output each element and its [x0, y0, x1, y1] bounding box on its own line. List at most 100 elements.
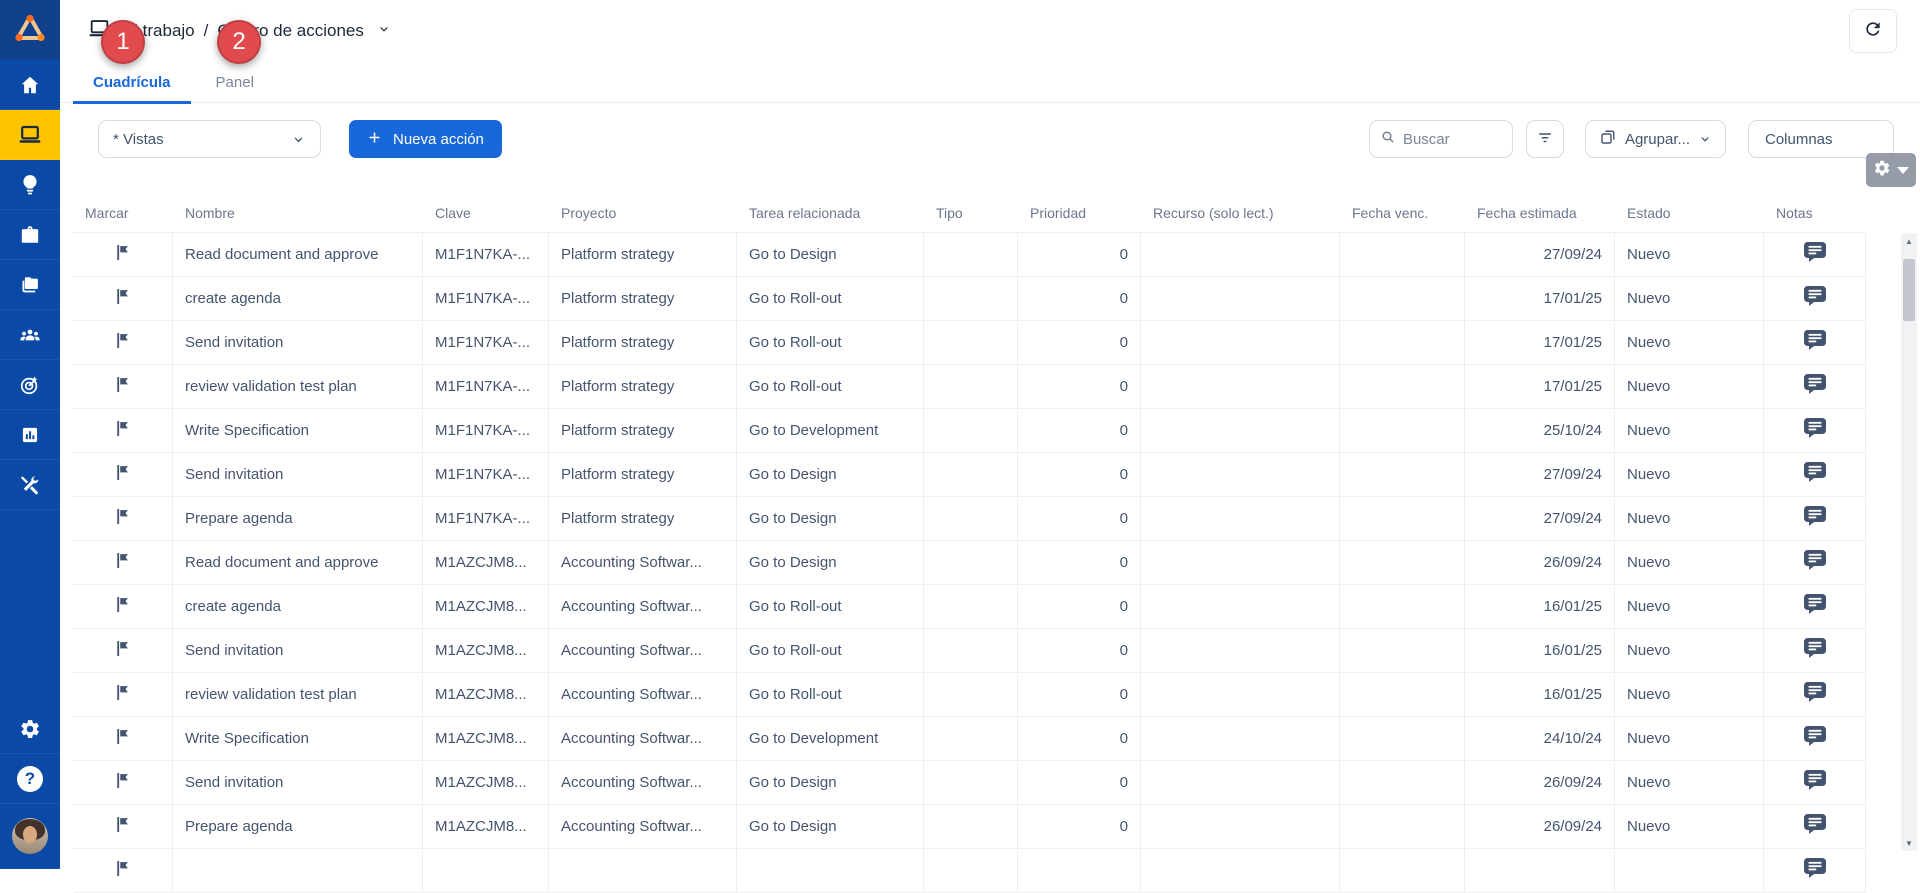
column-header-10[interactable]: Estado	[1615, 205, 1764, 221]
cell-flag[interactable]	[73, 233, 173, 276]
sidebar-item-settings[interactable]	[0, 704, 60, 754]
cell-related-task[interactable]: Go to Design	[737, 453, 924, 496]
cell-type[interactable]	[924, 497, 1018, 540]
table-row[interactable]	[73, 849, 1866, 893]
cell-estimated-date[interactable]: 17/01/25	[1465, 321, 1615, 364]
flag-icon[interactable]	[115, 464, 130, 485]
cell-flag[interactable]	[73, 497, 173, 540]
column-header-4[interactable]: Tarea relacionada	[737, 205, 924, 221]
cell-key[interactable]: M1AZCJM8...	[423, 585, 549, 628]
table-row[interactable]: Send invitation M1F1N7KA-... Platform st…	[73, 453, 1866, 497]
cell-status[interactable]: Nuevo	[1615, 629, 1764, 672]
cell-related-task[interactable]: Go to Roll-out	[737, 277, 924, 320]
table-row[interactable]: create agenda M1AZCJM8... Accounting Sof…	[73, 585, 1866, 629]
scrollbar-thumb[interactable]	[1903, 259, 1915, 321]
column-header-2[interactable]: Clave	[423, 205, 549, 221]
cell-key[interactable]: M1AZCJM8...	[423, 673, 549, 716]
sidebar-item-portfolio[interactable]	[0, 210, 60, 260]
table-row[interactable]: Write Specification M1F1N7KA-... Platfor…	[73, 409, 1866, 453]
cell-name[interactable]: Send invitation	[173, 321, 423, 364]
cell-due-date[interactable]	[1340, 761, 1465, 804]
cell-resource[interactable]	[1141, 673, 1340, 716]
cell-resource[interactable]	[1141, 629, 1340, 672]
cell-estimated-date[interactable]: 27/09/24	[1465, 233, 1615, 276]
cell-resource[interactable]	[1141, 321, 1340, 364]
cell-due-date[interactable]	[1340, 541, 1465, 584]
cell-related-task[interactable]: Go to Roll-out	[737, 629, 924, 672]
cell-status[interactable]: Nuevo	[1615, 321, 1764, 364]
cell-notes[interactable]	[1764, 849, 1866, 892]
cell-name[interactable]: Read document and approve	[173, 233, 423, 276]
cell-due-date[interactable]	[1340, 629, 1465, 672]
cell-type[interactable]	[924, 541, 1018, 584]
cell-project[interactable]: Platform strategy	[549, 453, 737, 496]
sidebar-item-home[interactable]	[0, 60, 60, 110]
column-header-9[interactable]: Fecha estimada	[1465, 205, 1615, 221]
cell-resource[interactable]	[1141, 409, 1340, 452]
tab-cuadricula[interactable]: Cuadrícula	[73, 62, 191, 104]
column-header-6[interactable]: Prioridad	[1018, 205, 1141, 221]
notes-icon[interactable]	[1803, 814, 1826, 839]
cell-type[interactable]	[924, 409, 1018, 452]
flag-icon[interactable]	[115, 596, 130, 617]
cell-name[interactable]: Write Specification	[173, 409, 423, 452]
cell-priority[interactable]: 0	[1018, 233, 1141, 276]
cell-flag[interactable]	[73, 673, 173, 716]
cell-status[interactable]: Nuevo	[1615, 717, 1764, 760]
cell-status[interactable]: Nuevo	[1615, 409, 1764, 452]
flag-icon[interactable]	[115, 772, 130, 793]
cell-due-date[interactable]	[1340, 365, 1465, 408]
cell-priority[interactable]: 0	[1018, 673, 1141, 716]
refresh-button[interactable]	[1849, 9, 1897, 53]
column-header-5[interactable]: Tipo	[924, 205, 1018, 221]
cell-project[interactable]: Platform strategy	[549, 321, 737, 364]
cell-key[interactable]	[423, 849, 549, 892]
cell-related-task[interactable]: Go to Design	[737, 805, 924, 848]
flag-icon[interactable]	[115, 332, 130, 353]
table-row[interactable]: Send invitation M1AZCJM8... Accounting S…	[73, 629, 1866, 673]
search-box[interactable]	[1368, 120, 1513, 158]
cell-status[interactable]: Nuevo	[1615, 761, 1764, 804]
cell-flag[interactable]	[73, 761, 173, 804]
cell-resource[interactable]	[1141, 365, 1340, 408]
cell-flag[interactable]	[73, 321, 173, 364]
cell-flag[interactable]	[73, 849, 173, 892]
tab-panel[interactable]: Panel	[196, 62, 274, 103]
group-dropdown[interactable]: Agrupar...	[1584, 120, 1726, 158]
cell-project[interactable]	[549, 849, 737, 892]
cell-estimated-date[interactable]: 26/09/24	[1465, 805, 1615, 848]
cell-type[interactable]	[924, 365, 1018, 408]
cell-due-date[interactable]	[1340, 717, 1465, 760]
column-header-11[interactable]: Notas	[1764, 205, 1866, 221]
sidebar-item-reports[interactable]	[0, 410, 60, 460]
cell-name[interactable]: Prepare agenda	[173, 497, 423, 540]
table-row[interactable]: Prepare agenda M1F1N7KA-... Platform str…	[73, 497, 1866, 541]
cell-related-task[interactable]: Go to Design	[737, 541, 924, 584]
cell-resource[interactable]	[1141, 541, 1340, 584]
flag-icon[interactable]	[115, 244, 130, 265]
cell-name[interactable]: review validation test plan	[173, 673, 423, 716]
cell-due-date[interactable]	[1340, 805, 1465, 848]
notes-icon[interactable]	[1803, 242, 1826, 267]
cell-type[interactable]	[924, 629, 1018, 672]
cell-name[interactable]	[173, 849, 423, 892]
flag-icon[interactable]	[115, 860, 130, 881]
sidebar-item-tools[interactable]	[0, 460, 60, 510]
notes-icon[interactable]	[1803, 638, 1826, 663]
table-row[interactable]: review validation test plan M1AZCJM8... …	[73, 673, 1866, 717]
cell-due-date[interactable]	[1340, 673, 1465, 716]
cell-notes[interactable]	[1764, 321, 1866, 364]
column-header-1[interactable]: Nombre	[173, 205, 423, 221]
cell-status[interactable]: Nuevo	[1615, 233, 1764, 276]
cell-key[interactable]: M1F1N7KA-...	[423, 321, 549, 364]
notes-icon[interactable]	[1803, 286, 1826, 311]
sidebar-item-ideas[interactable]	[0, 160, 60, 210]
notes-icon[interactable]	[1803, 770, 1826, 795]
cell-notes[interactable]	[1764, 673, 1866, 716]
cell-related-task[interactable]: Go to Design	[737, 497, 924, 540]
notes-icon[interactable]	[1803, 330, 1826, 355]
grid-settings-button[interactable]	[1866, 153, 1916, 187]
cell-key[interactable]: M1F1N7KA-...	[423, 453, 549, 496]
flag-icon[interactable]	[115, 684, 130, 705]
cell-related-task[interactable]: Go to Design	[737, 233, 924, 276]
